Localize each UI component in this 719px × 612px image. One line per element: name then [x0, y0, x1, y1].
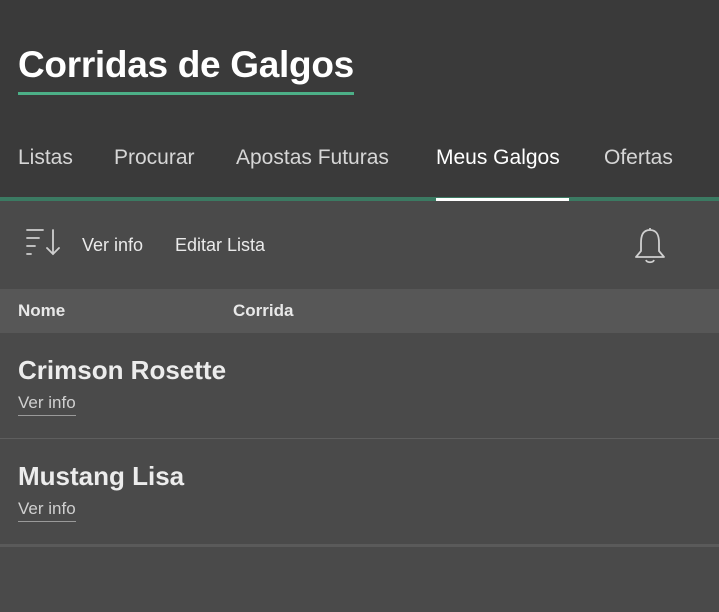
view-info-link[interactable]: Ver info — [18, 499, 76, 522]
greyhound-name: Crimson Rosette — [18, 355, 227, 385]
tab-apostas-futuras[interactable]: Apostas Futuras — [236, 146, 389, 170]
tab-bar: Listas Procurar Apostas Futuras Meus Gal… — [0, 130, 719, 200]
edit-list-button[interactable]: Editar Lista — [175, 235, 265, 256]
app-header: Corridas de Galgos Listas Procurar Apost… — [0, 0, 719, 197]
sort-lines-arrow-icon[interactable] — [26, 228, 62, 256]
view-info-link[interactable]: Ver info — [18, 393, 76, 416]
list-toolbar: Ver info Editar Lista — [0, 201, 719, 289]
view-info-button[interactable]: Ver info — [82, 235, 143, 256]
table-row[interactable]: Mustang Lisa Ver info — [0, 439, 719, 545]
tab-ofertas[interactable]: Ofertas — [604, 146, 673, 170]
table-row[interactable]: Crimson Rosette Ver info — [0, 333, 719, 439]
tab-meus-galgos[interactable]: Meus Galgos — [436, 146, 560, 170]
tab-procurar[interactable]: Procurar — [114, 146, 195, 170]
column-name-label[interactable]: Nome — [18, 301, 65, 321]
table-column-header: Nome Corrida — [0, 289, 719, 333]
bell-icon[interactable] — [633, 227, 667, 265]
greyhound-name: Mustang Lisa — [18, 461, 185, 491]
page-title: Corridas de Galgos — [18, 44, 354, 95]
tab-listas[interactable]: Listas — [18, 146, 73, 170]
empty-list-area — [0, 544, 719, 612]
column-race-label[interactable]: Corrida — [233, 301, 293, 321]
